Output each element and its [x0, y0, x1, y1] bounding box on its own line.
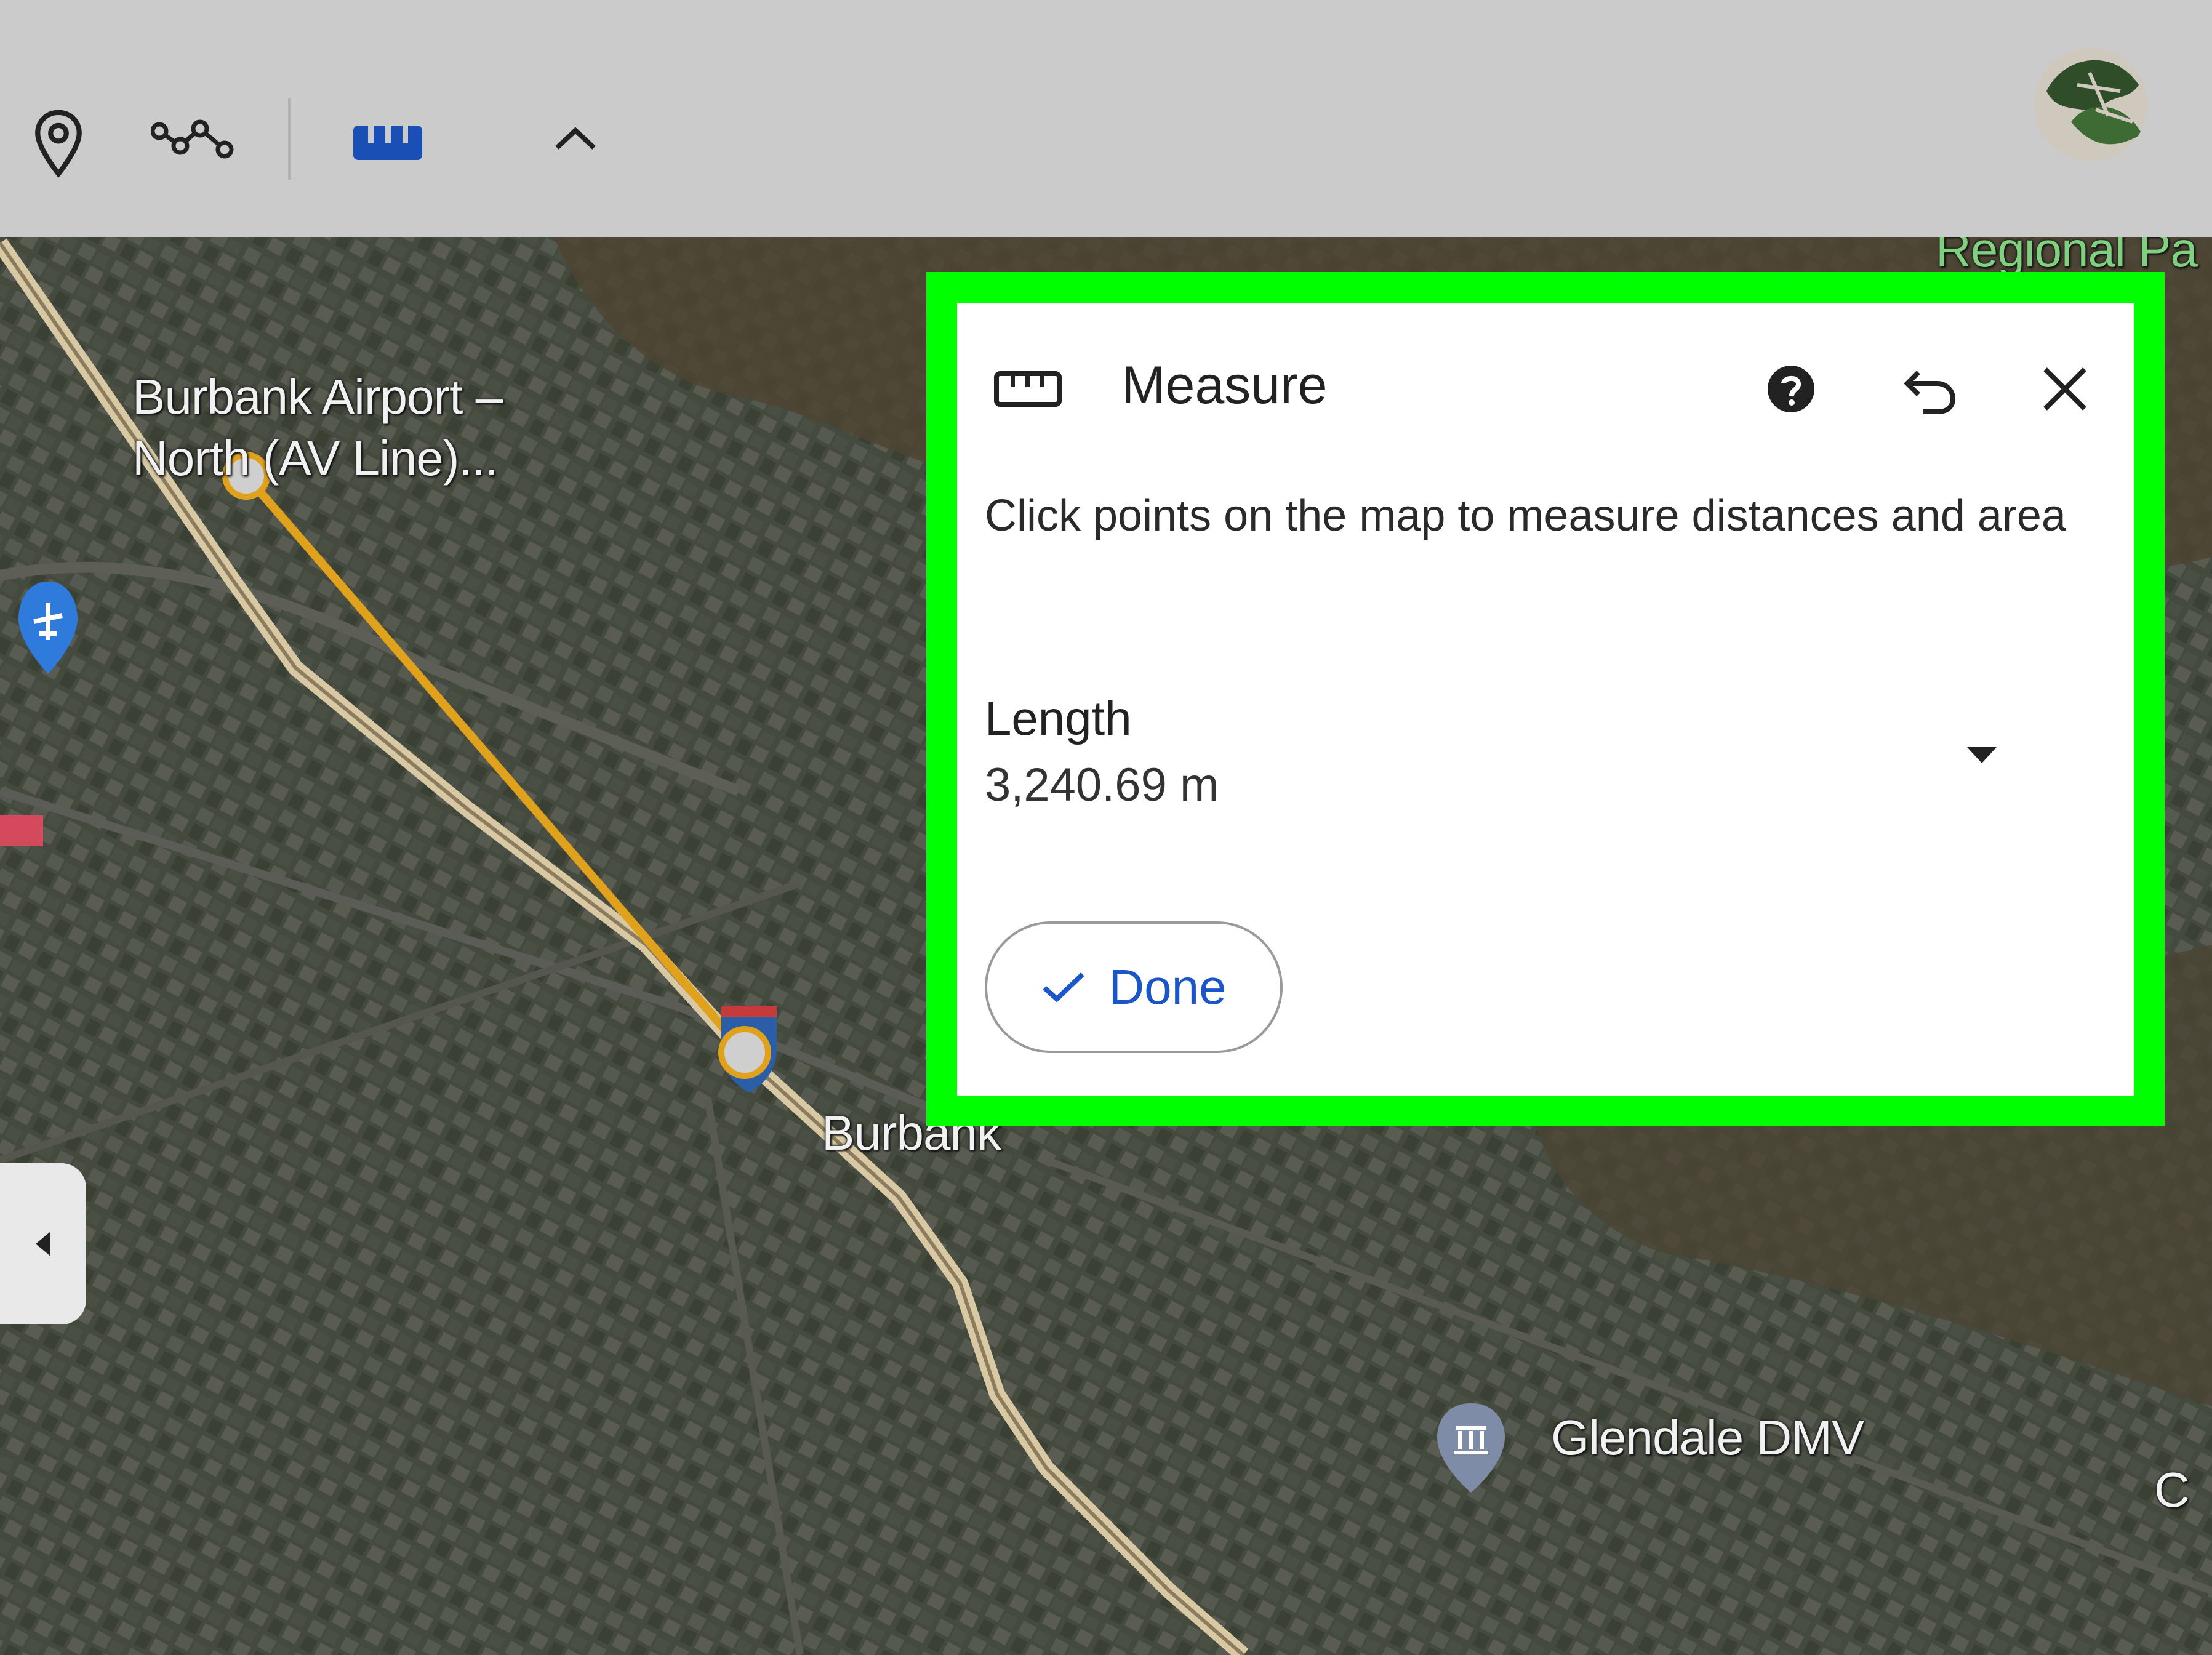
collapse-panel-tab[interactable] [0, 1163, 86, 1324]
unit-dropdown-icon[interactable] [1954, 731, 2010, 780]
undo-icon[interactable] [1896, 355, 1963, 423]
ruler-icon [988, 361, 1068, 417]
done-button-label: Done [1108, 960, 1227, 1014]
airport-label: Burbank Airport – North (AV Line)... [132, 366, 503, 489]
close-icon[interactable] [2031, 355, 2099, 423]
ruler-icon[interactable] [345, 114, 431, 169]
check-icon [1043, 972, 1085, 1003]
edge-label: C [2154, 1462, 2190, 1517]
airport-label-line1: Burbank Airport – [132, 369, 503, 424]
top-toolbar [0, 0, 2212, 237]
glendale-dmv-label: Glendale DMV [1551, 1410, 1864, 1465]
panel-title: Measure [1121, 356, 1328, 415]
path-icon[interactable] [148, 111, 240, 166]
airport-label-line2: North (AV Line)... [132, 431, 499, 486]
measure-panel: Measure Click points on the map to measu… [957, 303, 2134, 1096]
avatar[interactable] [2034, 48, 2147, 161]
measure-description: Click points on the map to measure dista… [985, 491, 2066, 540]
chevron-up-icon[interactable] [542, 114, 609, 163]
done-button[interactable]: Done [985, 921, 1283, 1053]
toolbar-divider [288, 98, 291, 180]
caret-left-icon [36, 1232, 50, 1256]
help-icon[interactable] [1757, 355, 1825, 423]
map-pin-icon[interactable] [25, 103, 92, 183]
length-value: 3,240.69 m [985, 759, 1219, 811]
length-label: Length [985, 691, 1132, 745]
